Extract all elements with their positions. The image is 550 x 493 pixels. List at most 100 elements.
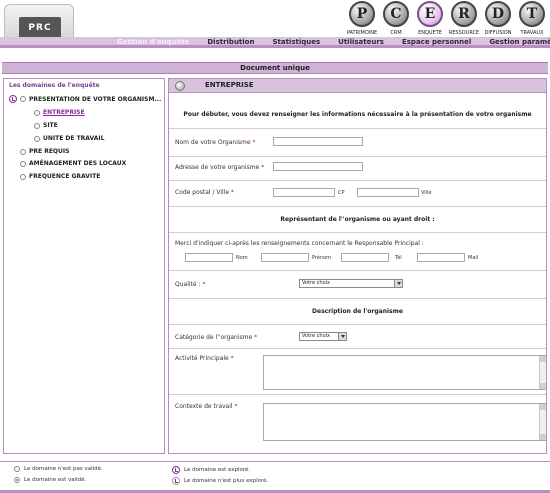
section-icon <box>175 81 185 91</box>
module-enquete[interactable]: E ENQUETE <box>414 1 446 41</box>
crm-icon: C <box>383 1 409 27</box>
contexte-label: Contexte de travail * <box>175 403 238 410</box>
adresse-row: Adresse de votre organisme * <box>169 157 546 181</box>
categorie-row: Catégorie de l''organisme * Votre choix <box>169 325 546 349</box>
tree-item-presentation[interactable]: PRESENTATION DE VOTRE ORGANISM... <box>9 95 161 103</box>
representant-title: Représentant de l''organisme ou ayant dr… <box>280 216 435 223</box>
legend-not-explored: Le domaine n'est plus exploré. <box>172 477 268 485</box>
explored-icon <box>9 95 17 103</box>
cp-ville-label: Code postal / Ville * <box>175 189 234 196</box>
patrimoine-icon: P <box>349 1 375 27</box>
scrollbar[interactable] <box>539 356 546 389</box>
diffusion-icon: D <box>485 1 511 27</box>
nom-label: Nom de votre Organisme * <box>175 139 256 146</box>
tree-item-frequence-gravite[interactable]: FREQUENCE GRAVITE <box>20 173 100 180</box>
tree-item-site[interactable]: SITE <box>34 122 58 129</box>
chevron-down-icon <box>394 280 402 287</box>
module-label: PATRIMOINE <box>346 30 378 36</box>
nav-utilisateurs[interactable]: Utilisateurs <box>338 38 384 46</box>
tree-item-unite-travail[interactable]: UNITE DE TRAVAIL <box>34 135 104 142</box>
code-postal-input[interactable] <box>273 188 335 197</box>
validated-icon <box>14 477 20 483</box>
tree-item-pre-requis[interactable]: PRE REQUIS <box>20 148 69 155</box>
scroll-up-icon[interactable] <box>540 356 546 362</box>
ressource-icon: R <box>451 1 477 27</box>
qualite-select[interactable]: Votre choix <box>299 279 403 288</box>
domain-tree-panel: Les domaines de l'enquête PRESENTATION D… <box>3 78 165 454</box>
module-label: TRAVAUX <box>520 30 544 36</box>
domain-status-icon <box>20 173 26 180</box>
section-header: ENTREPRISE <box>169 79 546 93</box>
adresse-label: Adresse de votre organisme * <box>175 164 265 171</box>
scroll-down-icon[interactable] <box>540 434 546 440</box>
tree-item-entreprise[interactable]: ENTREPRISE <box>34 109 85 116</box>
nom-organisme-input[interactable] <box>273 137 363 146</box>
intro-row: Pour débuter, vous devez renseigner les … <box>169 93 546 129</box>
not-validated-icon <box>14 466 20 472</box>
document-title: Document unique <box>2 62 548 74</box>
legend-explored: Le domaine est exploré. <box>172 466 250 474</box>
qualite-label: Qualité : * <box>175 281 206 288</box>
cp-small-label: CP <box>338 190 345 196</box>
domain-status-icon <box>34 122 40 129</box>
domain-status-icon <box>20 160 26 167</box>
module-ressource[interactable]: R RESSOURCE <box>448 1 480 41</box>
domain-status-icon <box>20 96 26 102</box>
scroll-down-icon[interactable] <box>540 383 546 389</box>
module-crm[interactable]: C CRM <box>380 1 412 41</box>
logo-text: PRC <box>19 17 61 39</box>
module-travaux[interactable]: T TRAVAUX <box>516 1 548 41</box>
enquete-icon: E <box>417 1 443 27</box>
cp-ville-row: Code postal / Ville * CP Ville <box>169 181 546 207</box>
nav-gestion-parametres[interactable]: Gestion paramètres <box>489 38 550 46</box>
module-bar: P PATRIMOINE C CRM E ENQUETE R RESSOURCE… <box>346 1 548 41</box>
rep-tel-input[interactable] <box>341 253 389 262</box>
adresse-input[interactable] <box>273 162 363 171</box>
rep-mail-label: Mail <box>468 255 479 261</box>
domain-tree-title: Les domaines de l'enquête <box>9 82 100 89</box>
legend-not-validated: Le domaine n'est pas validé. <box>14 466 103 472</box>
activite-label: Activité Principale * <box>175 355 234 362</box>
legend-validated: Le domaine est validé. <box>14 477 86 483</box>
categorie-select[interactable]: Votre choix <box>299 332 347 341</box>
not-explored-icon <box>172 477 180 485</box>
module-patrimoine[interactable]: P PATRIMOINE <box>346 1 378 41</box>
scrollbar[interactable] <box>539 404 546 440</box>
representant-intro: Merci d'indiquer ci-après les renseignem… <box>175 240 424 247</box>
contexte-row: Contexte de travail * <box>169 395 546 453</box>
rep-prenom-input[interactable] <box>261 253 309 262</box>
rep-nom-input[interactable] <box>185 253 233 262</box>
activite-row: Activité Principale * <box>169 349 546 395</box>
activite-textarea[interactable] <box>263 355 546 390</box>
module-label: DIFFUSION <box>484 30 512 36</box>
domain-status-icon <box>20 148 26 155</box>
description-title: Description de l'organisme <box>312 308 403 315</box>
nav-espace-personnel[interactable]: Espace personnel <box>402 38 471 46</box>
form-panel: ENTREPRISE Pour débuter, vous devez rens… <box>168 78 547 454</box>
tree-item-amenagement-locaux[interactable]: AMÉNAGEMENT DES LOCAUX <box>20 160 126 167</box>
travaux-icon: T <box>519 1 545 27</box>
qualite-row: Qualité : * Votre choix <box>169 271 546 299</box>
rep-prenom-label: Prénom <box>312 255 332 261</box>
explored-icon <box>172 466 180 474</box>
module-label: CRM <box>390 30 402 36</box>
chevron-down-icon <box>338 333 346 340</box>
description-title-row: Description de l'organisme <box>169 299 546 325</box>
nav-links: Gestion d'enquête Distribution Statistiq… <box>117 38 550 46</box>
main-nav: Gestion d'enquête Distribution Statistiq… <box>0 37 550 49</box>
nav-distribution[interactable]: Distribution <box>207 38 254 46</box>
contexte-textarea[interactable] <box>263 403 546 441</box>
ville-input[interactable] <box>357 188 419 197</box>
representant-row: Merci d'indiquer ci-après les renseignem… <box>169 233 546 271</box>
rep-nom-label: Nom <box>236 255 248 261</box>
nav-statistiques[interactable]: Statistiques <box>272 38 320 46</box>
rep-mail-input[interactable] <box>417 253 465 262</box>
rep-tel-label: Tél <box>395 255 402 261</box>
module-label: RESSOURCE <box>448 30 480 36</box>
scroll-up-icon[interactable] <box>540 404 546 410</box>
module-diffusion[interactable]: D DIFFUSION <box>482 1 514 41</box>
representant-title-row: Représentant de l''organisme ou ayant dr… <box>169 207 546 233</box>
nav-gestion-enquete[interactable]: Gestion d'enquête <box>117 38 189 46</box>
domain-status-icon <box>34 135 40 142</box>
domain-status-icon <box>34 109 40 116</box>
